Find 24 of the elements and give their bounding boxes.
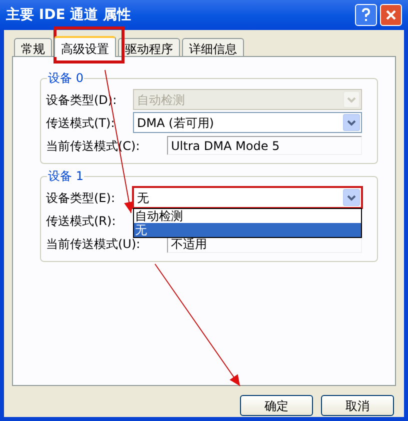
help-icon bbox=[361, 8, 371, 22]
close-button[interactable] bbox=[380, 4, 402, 26]
tab[interactable]: 高级设置 bbox=[54, 36, 116, 57]
tab[interactable]: 驱动程序 bbox=[118, 38, 180, 56]
dialog-button[interactable]: 取消 bbox=[321, 395, 394, 416]
annotation-box bbox=[54, 26, 124, 64]
field-label: 传送模式(T): bbox=[46, 114, 116, 132]
readonly-field: Ultra DMA Mode 5 bbox=[167, 136, 362, 155]
dialog-button[interactable]: 确定 bbox=[240, 395, 313, 416]
help-button[interactable] bbox=[355, 4, 377, 26]
close-icon bbox=[385, 9, 397, 21]
field-label: 当前传送模式(U): bbox=[46, 236, 142, 252]
dropdown[interactable]: 无 bbox=[133, 187, 362, 208]
dropdown-option[interactable]: 自动检测 bbox=[134, 209, 361, 223]
field-label: 设备类型(E): bbox=[46, 190, 116, 206]
dropdown-option[interactable]: 无 bbox=[134, 223, 361, 237]
dropdown[interactable]: DMA (若可用) bbox=[133, 112, 362, 133]
tab[interactable]: 详细信息 bbox=[182, 38, 244, 56]
field-label: 传送模式(R): bbox=[46, 212, 117, 230]
group-title: 设备 0 bbox=[47, 71, 84, 85]
field-label: 当前传送模式(C): bbox=[46, 138, 141, 154]
group-title: 设备 1 bbox=[47, 169, 84, 183]
window-title: 主要 IDE 通道 属性 bbox=[6, 6, 132, 24]
tab[interactable]: 常规 bbox=[14, 38, 52, 56]
